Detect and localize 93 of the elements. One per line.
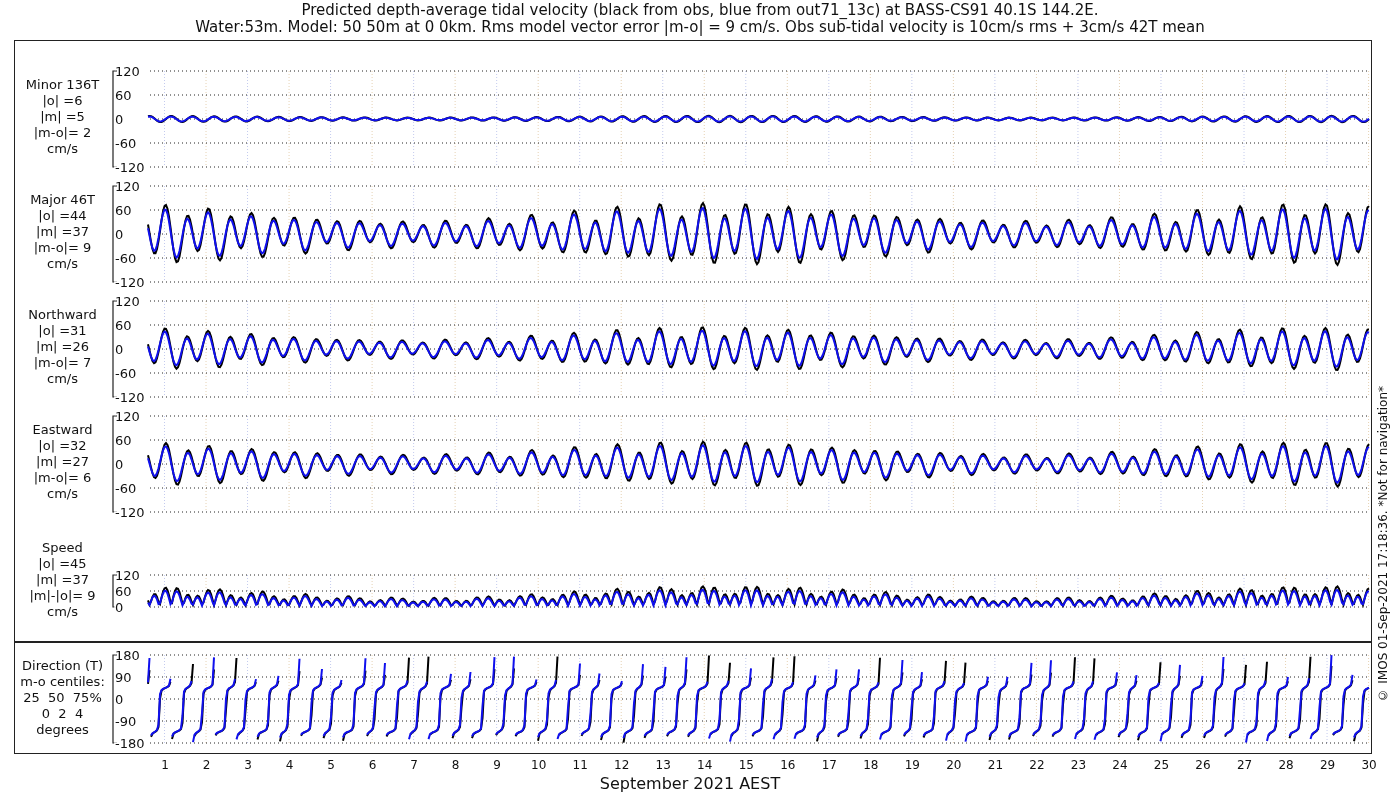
day-tick-label: 10	[531, 758, 547, 772]
day-tick-label: 26	[1195, 758, 1211, 772]
stat-label: cm/s	[47, 370, 78, 387]
tick-label: -180	[115, 735, 145, 751]
stat-label: |o| =32	[38, 437, 87, 454]
day-tick-label: 7	[410, 758, 418, 772]
day-tick-label: 19	[904, 758, 920, 772]
stat-label: |o| =6	[42, 92, 83, 109]
day-tick-label: 20	[946, 758, 962, 772]
day-tick-label: 4	[285, 758, 294, 772]
tick-label: 120	[115, 408, 140, 424]
day-tick-label: 14	[697, 758, 713, 772]
stat-label: Minor 136T	[25, 76, 100, 93]
tick-label: -90	[115, 713, 137, 729]
tick-label: -120	[115, 389, 145, 404]
tick-label: -120	[115, 274, 145, 289]
tick-label: 60	[115, 317, 132, 333]
day-tick-label: 28	[1278, 758, 1294, 772]
day-tick-label: 27	[1236, 758, 1253, 772]
stat-label: Major 46T	[30, 191, 95, 208]
day-tick-label: 8	[451, 758, 460, 772]
stat-label: 0 2 4	[41, 706, 84, 722]
day-tick-label: 29	[1319, 758, 1336, 772]
day-tick-label: 5	[327, 758, 335, 772]
tick-label: -120	[115, 504, 145, 519]
tick-label: 60	[115, 583, 132, 599]
tick-label: 0	[115, 226, 124, 242]
tick-label: 120	[115, 63, 140, 79]
tick-label: 0	[115, 456, 124, 472]
tick-label: 90	[115, 669, 132, 685]
day-tick-label: 18	[863, 758, 879, 772]
day-tick-label: 11	[572, 758, 588, 772]
stat-label: |m-o|= 2	[33, 124, 92, 141]
tick-label: 60	[115, 87, 132, 103]
tick-label: 0	[115, 691, 124, 707]
stat-label: |m-o|= 6	[33, 469, 92, 486]
tick-label: 60	[115, 432, 132, 448]
stat-label: |m-o|= 7	[33, 354, 92, 371]
day-tick-label: 3	[244, 758, 252, 772]
day-tick-label: 17	[821, 758, 837, 772]
tick-label: -60	[115, 365, 137, 381]
day-tick-label: 21	[987, 758, 1004, 772]
stat-label: degrees	[36, 722, 89, 738]
tick-label: 120	[115, 567, 140, 583]
stat-label: cm/s	[47, 255, 78, 272]
day-tick-label: 2	[202, 758, 211, 772]
stat-label: |m|-|o|= 9	[29, 588, 96, 604]
day-tick-label: 22	[1029, 758, 1045, 772]
tick-label: 120	[115, 178, 140, 194]
tick-label: 120	[115, 293, 140, 309]
tick-label: -60	[115, 480, 137, 496]
day-tick-label: 6	[368, 758, 377, 772]
tick-label: 0	[115, 111, 124, 127]
stat-label: cm/s	[47, 140, 78, 157]
stat-label: |o| =45	[38, 556, 87, 572]
stat-label: |m| =37	[36, 572, 89, 588]
day-tick-label: 13	[655, 758, 671, 772]
tick-label: -60	[115, 135, 137, 151]
day-tick-label: 9	[493, 758, 501, 772]
stat-label: |m| =5	[40, 108, 85, 125]
chart-title: Water:53m. Model: 50 50m at 0 0km. Rms model vector error |m-o| = 9 cm/s. Obs sub-tidal velocity is 10cm/s rms + 3cm/s 42T mean	[194, 19, 1206, 36]
chart-title: Predicted depth-average tidal velocity (black from obs, blue from out71_13c) at BASS-CS91 40.1S 144.2E.	[300, 2, 1100, 19]
day-tick-label: 16	[780, 758, 796, 772]
tick-label: 180	[115, 647, 140, 663]
stat-label: Northward	[28, 306, 97, 323]
day-tick-label: 30	[1361, 758, 1377, 772]
stat-label: cm/s	[47, 604, 78, 620]
day-tick-label: 15	[738, 758, 754, 772]
tick-label: -120	[115, 159, 145, 174]
stat-label: m-o centiles:	[20, 674, 105, 690]
stat-label: Direction (T)	[22, 658, 103, 674]
x-axis-label: September 2021 AEST	[599, 774, 781, 793]
stat-label: Speed	[42, 540, 83, 556]
tick-label: -60	[115, 250, 137, 266]
tick-label: 0	[115, 599, 124, 615]
credit-text: © IMOS 01-Sep-2021 17:18:36. *Not for navigation*	[1376, 386, 1390, 702]
stat-label: 25 50 75%	[23, 690, 102, 706]
day-tick-label: 25	[1153, 758, 1170, 772]
y-axis-line	[112, 574, 118, 608]
stat-label: Eastward	[32, 421, 93, 438]
stat-label: cm/s	[47, 485, 78, 502]
day-tick-label: 12	[614, 758, 630, 772]
stat-label: |m-o|= 9	[33, 239, 92, 256]
stat-label: |m| =37	[36, 223, 89, 240]
stat-label: |o| =31	[38, 322, 87, 339]
day-tick-label: 24	[1112, 758, 1128, 772]
tick-label: 0	[115, 341, 124, 357]
stat-label: |o| =44	[38, 207, 87, 224]
stat-label: |m| =27	[36, 453, 89, 470]
tick-label: 60	[115, 202, 132, 218]
day-tick-label: 1	[161, 758, 169, 772]
stat-label: |m| =26	[36, 338, 89, 355]
day-tick-label: 23	[1070, 758, 1087, 772]
